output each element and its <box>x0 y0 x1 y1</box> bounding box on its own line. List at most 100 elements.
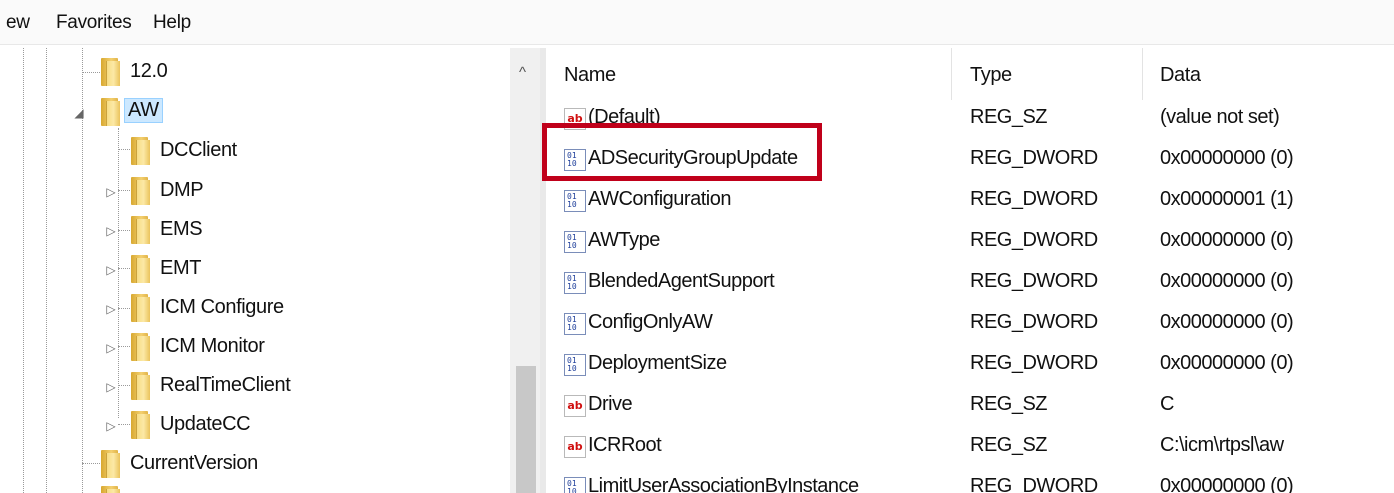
value-name: AWConfiguration <box>588 188 731 210</box>
dword-value-icon: 01 10 <box>564 190 586 212</box>
value-type: REG_DWORD <box>970 188 1098 210</box>
string-value-icon: ab <box>564 395 586 417</box>
tree-item-label: ICM Monitor <box>160 335 265 357</box>
value-name: LimitUserAssociationByInstance <box>588 475 859 493</box>
tree-item-dcclient[interactable]: DCClient <box>0 135 500 169</box>
value-data: 0x00000000 (0) <box>1160 311 1294 333</box>
value-type: REG_DWORD <box>970 475 1098 493</box>
string-value-icon: ab <box>564 436 586 458</box>
value-data: 0x00000000 (0) <box>1160 475 1294 493</box>
value-data: C:\icm\rtpsl\aw <box>1160 434 1284 456</box>
tree-item-currentversion[interactable]: CurrentVersion <box>0 448 500 482</box>
value-row[interactable]: ab ICRRoot REG_SZ C:\icm\rtpsl\aw <box>546 430 1394 470</box>
value-row[interactable]: 01 10 AWType REG_DWORD 0x00000000 (0) <box>546 225 1394 265</box>
dword-value-icon: 01 10 <box>564 272 586 294</box>
dword-value-icon: 01 10 <box>564 354 586 376</box>
value-row[interactable]: 01 10 AWConfiguration REG_DWORD 0x0000000… <box>546 184 1394 224</box>
value-name: BlendedAgentSupport <box>588 270 775 292</box>
tree-item-dmp[interactable]: ▷ DMP <box>0 175 500 209</box>
registry-key-tree[interactable]: 12.0 ◢ AW DCClient ▷ DMP ▷ EMS ▷ EMT ▷ I… <box>0 48 544 493</box>
value-row[interactable]: 01 10 DeploymentSize REG_DWORD 0x00000000… <box>546 348 1394 388</box>
menu-favorites[interactable]: Favorites <box>56 12 132 34</box>
folder-icon <box>128 294 150 322</box>
column-header-name[interactable]: Name <box>564 64 616 104</box>
scrollbar-thumb[interactable] <box>516 366 536 493</box>
folder-icon <box>128 333 150 361</box>
dword-value-icon: 01 10 <box>564 313 586 335</box>
value-data: C <box>1160 393 1174 415</box>
folder-icon <box>98 58 120 86</box>
menu-view[interactable]: ew <box>6 12 30 34</box>
expand-arrow-icon[interactable]: ▷ <box>104 302 118 316</box>
folder-icon <box>128 216 150 244</box>
value-row[interactable]: 01 10 LimitUserAssociationByInstance REG_… <box>546 471 1394 493</box>
tree-item-aw[interactable]: ◢ AW <box>0 96 500 130</box>
menu-bar: ew Favorites Help <box>0 0 1394 45</box>
value-data: 0x00000000 (0) <box>1160 229 1294 251</box>
value-row[interactable]: 01 10 ConfigOnlyAW REG_DWORD 0x00000000 (… <box>546 307 1394 347</box>
value-row[interactable]: 01 10 BlendedAgentSupport REG_DWORD 0x000… <box>546 266 1394 306</box>
tree-item-emt[interactable]: ▷ EMT <box>0 253 500 287</box>
expand-arrow-icon[interactable]: ▷ <box>104 341 118 355</box>
value-data: (value not set) <box>1160 106 1280 128</box>
value-type: REG_SZ <box>970 106 1048 128</box>
value-name: Drive <box>588 393 633 415</box>
tree-item-ems[interactable]: ▷ EMS <box>0 214 500 248</box>
value-type: REG_SZ <box>970 434 1048 456</box>
value-data: 0x00000000 (0) <box>1160 147 1294 169</box>
expand-arrow-icon[interactable]: ▷ <box>104 224 118 238</box>
tree-item-label: 12.0 <box>130 60 168 82</box>
tree-item-updatecc[interactable]: ▷ UpdateCC <box>0 409 500 443</box>
dword-value-icon: 01 10 <box>564 231 586 253</box>
highlight-annotation-box <box>542 123 822 181</box>
tree-item-label: RealTimeClient <box>160 374 291 396</box>
value-name: ConfigOnlyAW <box>588 311 713 333</box>
collapse-arrow-icon[interactable]: ◢ <box>72 106 86 120</box>
tree-item-label: EMT <box>160 257 202 279</box>
value-type: REG_DWORD <box>970 229 1098 251</box>
expand-arrow-icon[interactable]: ▷ <box>104 380 118 394</box>
tree-item-label: DCClient <box>160 139 237 161</box>
scroll-up-arrow-icon[interactable]: ^ <box>519 64 526 81</box>
tree-item-label: ICM Configure <box>160 296 284 318</box>
folder-icon <box>128 411 150 439</box>
value-name: DeploymentSize <box>588 352 727 374</box>
tree-item-label: UpdateCC <box>160 413 251 435</box>
tree-item-label: AW <box>124 98 163 123</box>
folder-icon <box>98 450 120 478</box>
folder-icon <box>128 137 150 165</box>
folder-icon <box>128 255 150 283</box>
expand-arrow-icon[interactable]: ▷ <box>104 263 118 277</box>
value-type: REG_DWORD <box>970 270 1098 292</box>
folder-icon <box>128 177 150 205</box>
expand-arrow-icon[interactable]: ▷ <box>104 185 118 199</box>
column-header-data[interactable]: Data <box>1160 64 1201 104</box>
value-data: 0x00000001 (1) <box>1160 188 1294 210</box>
tree-item-label: CurrentVersion <box>130 452 258 474</box>
dword-value-icon: 01 10 <box>564 477 586 493</box>
column-separator[interactable] <box>1142 48 1143 100</box>
expand-arrow-icon[interactable]: ▷ <box>104 419 118 433</box>
tree-item-icm-configure[interactable]: ▷ ICM Configure <box>0 292 500 326</box>
column-separator[interactable] <box>951 48 952 100</box>
value-data: 0x00000000 (0) <box>1160 270 1294 292</box>
registry-values-list[interactable]: Name Type Data ab (Default) REG_SZ (valu… <box>546 48 1394 493</box>
tree-item-12-0[interactable]: 12.0 <box>0 56 500 90</box>
tree-scrollbar[interactable]: ^ <box>510 48 542 493</box>
value-data: 0x00000000 (0) <box>1160 352 1294 374</box>
tree-item-icm-monitor[interactable]: ▷ ICM Monitor <box>0 331 500 365</box>
value-type: REG_DWORD <box>970 311 1098 333</box>
value-name: AWType <box>588 229 660 251</box>
value-type: REG_DWORD <box>970 352 1098 374</box>
value-row[interactable]: ab Drive REG_SZ C <box>546 389 1394 429</box>
tree-item-label: DMP <box>160 179 204 201</box>
folder-icon <box>128 372 150 400</box>
value-type: REG_SZ <box>970 393 1048 415</box>
value-name: ICRRoot <box>588 434 662 456</box>
tree-item-label: EMS <box>160 218 203 240</box>
menu-help[interactable]: Help <box>153 12 191 34</box>
folder-open-icon <box>98 98 120 126</box>
column-header-type[interactable]: Type <box>970 64 1012 104</box>
tree-item-realtimeclient[interactable]: ▷ RealTimeClient <box>0 370 500 404</box>
value-type: REG_DWORD <box>970 147 1098 169</box>
